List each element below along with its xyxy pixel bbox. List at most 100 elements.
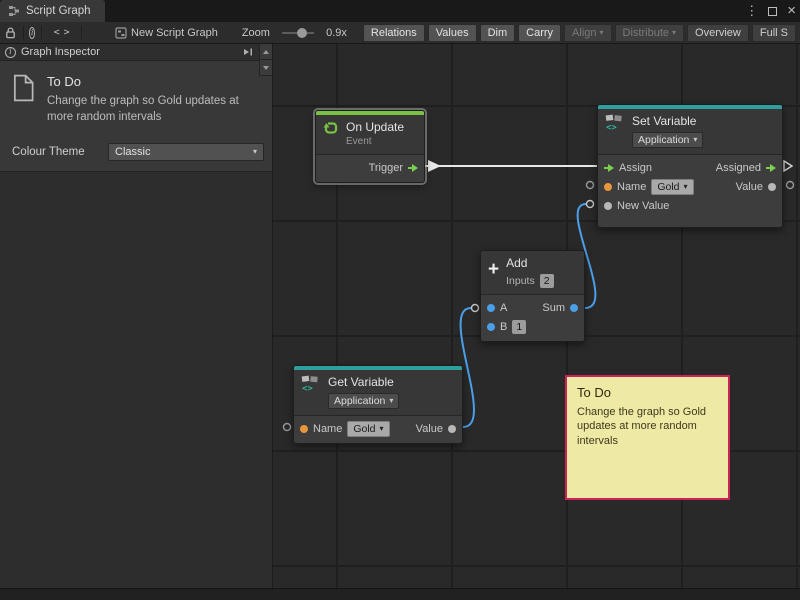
dim-button[interactable]: Dim bbox=[480, 24, 516, 42]
inspector-empty-area bbox=[0, 171, 272, 588]
variable-icon: <> bbox=[301, 375, 321, 393]
chevron-down-icon bbox=[253, 148, 257, 156]
name-string-port[interactable] bbox=[604, 183, 612, 191]
graph-toolbar: New Script Graph Zoom 0.9x Relations Val… bbox=[0, 22, 800, 44]
graph-inspector-panel: Graph Inspector To Do Change the graph s… bbox=[0, 44, 273, 588]
sum-output-port[interactable] bbox=[570, 304, 578, 312]
b-value-field[interactable]: 1 bbox=[512, 320, 526, 334]
inputs-label: Inputs bbox=[506, 275, 535, 288]
maximize-icon bbox=[768, 7, 777, 16]
values-button[interactable]: Values bbox=[428, 24, 477, 42]
sticky-note-text: Change the graph so Gold updates at more… bbox=[577, 405, 718, 448]
relations-button[interactable]: Relations bbox=[363, 24, 425, 42]
assigned-flow-port[interactable] bbox=[766, 164, 776, 172]
sticky-note[interactable]: To Do Change the graph so Gold updates a… bbox=[565, 375, 730, 500]
value-output-port[interactable] bbox=[768, 183, 776, 191]
chevron-down-icon bbox=[684, 183, 688, 191]
zoom-slider-handle[interactable] bbox=[297, 28, 307, 38]
button-label: Relations bbox=[371, 27, 417, 39]
variable-name-dropdown[interactable]: Gold bbox=[651, 179, 693, 195]
maximize-button[interactable] bbox=[768, 7, 777, 16]
toolbar-toggle-group: Relations Values Dim Carry Align Distrib… bbox=[363, 24, 796, 42]
node-set-variable[interactable]: <> Set Variable Application Assign Assig… bbox=[597, 104, 783, 228]
node-title: Set Variable bbox=[632, 114, 703, 129]
port-row-a-sum: A Sum bbox=[481, 298, 584, 317]
distribute-dropdown-button[interactable]: Distribute bbox=[615, 24, 684, 42]
button-label: Full S bbox=[760, 27, 788, 39]
tab-script-graph[interactable]: Script Graph bbox=[0, 0, 105, 22]
triangle-down-icon bbox=[263, 66, 269, 70]
node-subtitle: Event bbox=[346, 135, 404, 148]
todo-text: Change the graph so Gold updates at more… bbox=[47, 94, 252, 125]
b-input-port[interactable] bbox=[487, 323, 495, 331]
add-plus-icon bbox=[488, 260, 499, 279]
button-label: Align bbox=[572, 27, 596, 39]
scroll-down-button[interactable] bbox=[260, 60, 272, 76]
graph-inspector-header: Graph Inspector bbox=[0, 44, 272, 61]
node-add[interactable]: Add Inputs 2 A Sum B 1 bbox=[480, 250, 585, 342]
inspector-scrollbar[interactable] bbox=[259, 44, 272, 76]
inputs-count-field[interactable]: 2 bbox=[540, 274, 554, 288]
code-icon[interactable] bbox=[54, 27, 69, 38]
note-page-icon bbox=[12, 74, 36, 125]
more-menu-button[interactable]: ⋮ bbox=[745, 0, 758, 22]
script-graph-icon bbox=[8, 5, 20, 17]
chevron-down-icon bbox=[380, 425, 384, 433]
a-input-port[interactable] bbox=[487, 304, 495, 312]
button-label: Dim bbox=[488, 27, 508, 39]
scope-value: Application bbox=[638, 134, 689, 146]
port-row-b: B 1 bbox=[481, 317, 584, 336]
carry-button[interactable]: Carry bbox=[518, 24, 561, 42]
lock-icon[interactable] bbox=[4, 26, 17, 39]
chevron-down-icon bbox=[672, 29, 676, 37]
zoom-label: Zoom bbox=[242, 27, 270, 39]
scope-dropdown[interactable]: Application bbox=[328, 393, 399, 409]
full-screen-button[interactable]: Full S bbox=[752, 24, 796, 42]
node-on-update[interactable]: On Update Event Trigger bbox=[315, 110, 425, 183]
variable-name-value: Gold bbox=[353, 423, 375, 435]
todo-title: To Do bbox=[47, 74, 252, 89]
window-footer bbox=[0, 588, 800, 600]
sticky-note-title: To Do bbox=[577, 385, 718, 400]
close-button[interactable]: × bbox=[787, 0, 796, 22]
trigger-label: Trigger bbox=[369, 162, 403, 174]
colour-theme-label: Colour Theme bbox=[12, 146, 108, 158]
new-value-input-port[interactable] bbox=[604, 202, 612, 210]
new-script-graph-button[interactable]: New Script Graph bbox=[131, 27, 218, 39]
node-title: Add bbox=[506, 256, 554, 271]
name-label: Name bbox=[617, 181, 646, 193]
triangle-up-icon bbox=[263, 50, 269, 54]
assigned-label: Assigned bbox=[716, 162, 761, 174]
chevron-down-icon bbox=[693, 136, 697, 144]
zoom-slider[interactable] bbox=[282, 32, 314, 34]
scroll-up-button[interactable] bbox=[260, 44, 272, 60]
value-label: Value bbox=[416, 423, 443, 435]
node-title: On Update bbox=[346, 120, 404, 135]
value-output-port[interactable] bbox=[448, 425, 456, 433]
graph-inspector-title: Graph Inspector bbox=[21, 46, 100, 58]
button-label: Values bbox=[436, 27, 469, 39]
value-label: Value bbox=[736, 181, 763, 193]
dock-icon[interactable] bbox=[243, 47, 254, 57]
overview-button[interactable]: Overview bbox=[687, 24, 749, 42]
inspector-todo-section: To Do Change the graph so Gold updates a… bbox=[0, 61, 272, 131]
info-icon[interactable] bbox=[29, 27, 35, 39]
assign-flow-port[interactable] bbox=[604, 164, 614, 172]
variable-name-dropdown[interactable]: Gold bbox=[347, 421, 389, 437]
node-title: Get Variable bbox=[328, 375, 399, 390]
name-string-port[interactable] bbox=[300, 425, 308, 433]
graph-canvas[interactable]: On Update Event Trigger <> Set Variable … bbox=[273, 44, 800, 588]
assign-label: Assign bbox=[619, 162, 652, 174]
align-dropdown-button[interactable]: Align bbox=[564, 24, 611, 42]
scope-dropdown[interactable]: Application bbox=[632, 132, 703, 148]
node-get-variable[interactable]: <> Get Variable Application Name Gold Va… bbox=[293, 365, 463, 444]
port-row-name: Name Gold Value bbox=[598, 177, 782, 196]
colour-theme-value: Classic bbox=[115, 146, 150, 158]
name-label: Name bbox=[313, 423, 342, 435]
colour-theme-row: Colour Theme Classic bbox=[0, 143, 272, 161]
colour-theme-dropdown[interactable]: Classic bbox=[108, 143, 264, 161]
scope-value: Application bbox=[334, 395, 385, 407]
trigger-flow-port[interactable] bbox=[408, 164, 418, 172]
button-label: Overview bbox=[695, 27, 741, 39]
new-value-label: New Value bbox=[617, 200, 669, 212]
